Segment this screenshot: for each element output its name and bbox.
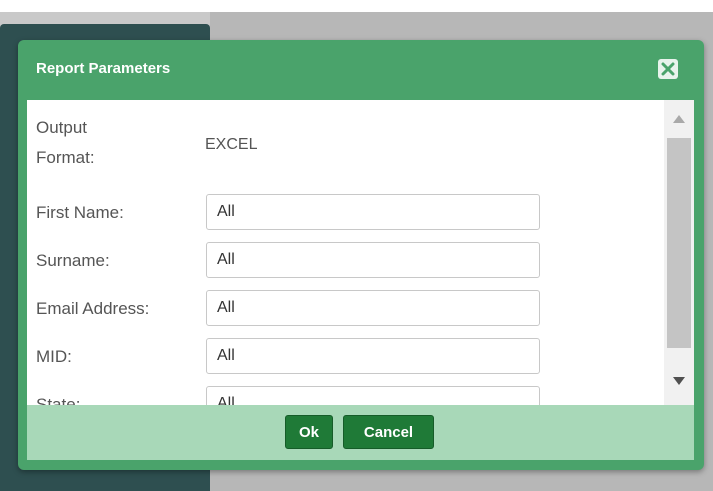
first-name-input[interactable] bbox=[206, 194, 540, 230]
report-parameters-dialog: Report Parameters Output Format: EXCEL F… bbox=[18, 40, 704, 470]
parameters-panel: Output Format: EXCEL First Name: Surname… bbox=[27, 100, 694, 405]
scrollbar-thumb[interactable] bbox=[667, 138, 691, 348]
state-label: State: bbox=[36, 395, 81, 405]
vertical-scrollbar[interactable] bbox=[664, 100, 694, 405]
close-x-icon bbox=[661, 62, 675, 76]
first-name-label: First Name: bbox=[36, 203, 124, 222]
triangle-down-icon[interactable] bbox=[673, 376, 685, 386]
close-button[interactable] bbox=[658, 59, 678, 79]
dialog-title: Report Parameters bbox=[36, 60, 171, 77]
mid-input[interactable] bbox=[206, 338, 540, 374]
output-format-label-line2: Format: bbox=[36, 148, 95, 167]
dialog-titlebar: Report Parameters bbox=[18, 40, 704, 100]
backdrop-top-strip bbox=[0, 0, 713, 12]
mid-label: MID: bbox=[36, 347, 72, 366]
email-address-label: Email Address: bbox=[36, 299, 150, 318]
ok-button[interactable]: Ok bbox=[285, 415, 333, 449]
output-format-value: EXCEL bbox=[205, 136, 258, 153]
output-format-label-line1: Output bbox=[36, 118, 88, 137]
state-input[interactable] bbox=[206, 386, 540, 405]
cancel-button[interactable]: Cancel bbox=[343, 415, 434, 449]
dialog-footer: Ok Cancel bbox=[27, 405, 694, 460]
triangle-up-icon[interactable] bbox=[673, 114, 685, 124]
surname-input[interactable] bbox=[206, 242, 540, 278]
email-address-input[interactable] bbox=[206, 290, 540, 326]
surname-label: Surname: bbox=[36, 251, 110, 270]
